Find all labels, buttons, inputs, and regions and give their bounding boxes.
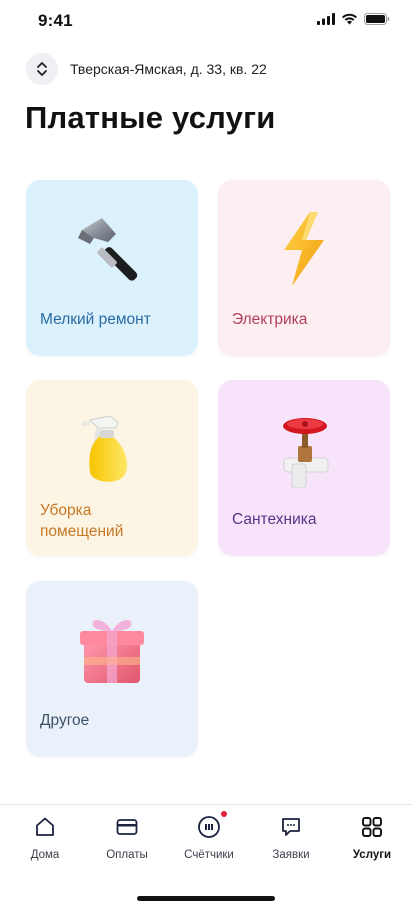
notification-badge [221,811,227,817]
tab-home[interactable]: Дома [4,813,86,861]
service-card-cleaning[interactable]: Уборка помещений [26,380,198,556]
chevron-up-down-icon [37,62,47,76]
tab-label: Заявки [272,849,310,861]
meter-icon [195,811,227,841]
service-label: Другое [40,712,90,729]
tab-meters[interactable]: Счётчики [168,811,250,861]
card-icon [113,813,141,841]
address-switch-button[interactable] [26,53,58,85]
status-icons [317,13,390,25]
tab-label: Дома [30,849,60,861]
service-label: Электрика [232,311,308,328]
service-card-other[interactable]: Другое [26,581,198,757]
address-text: Тверская-Ямская, д. 33, кв. 22 [70,61,267,77]
service-card-electric[interactable]: Электрика [218,180,390,356]
status-bar: 9:41 [0,0,412,44]
valve-icon [283,418,329,488]
chat-icon [277,813,305,841]
page-title: Платные услуги [25,100,276,135]
service-label: Сантехника [232,511,317,528]
service-card-plumbing[interactable]: Сантехника [218,380,390,556]
house-icon [31,813,59,841]
tab-services[interactable]: Услуги [331,813,412,861]
gift-icon [80,620,144,683]
address-selector[interactable]: Тверская-Ямская, д. 33, кв. 22 [26,52,267,86]
wifi-icon [342,13,357,25]
tab-label: Услуги [352,849,392,861]
service-label: Мелкий ремонт [40,311,151,328]
tab-label: Счётчики [184,849,234,861]
signal-icon [317,13,335,25]
grid-icon [358,813,386,841]
lightning-icon [284,212,324,286]
tab-payments[interactable]: Оплаты [86,813,168,861]
service-card-repair[interactable]: Мелкий ремонт [26,180,198,356]
tab-requests[interactable]: Заявки [250,813,332,861]
battery-icon [364,13,390,25]
service-label: Уборка помещений [40,502,124,540]
hammer-icon [78,218,138,281]
tab-label: Оплаты [106,849,148,861]
bottom-tab-bar: Дома Оплаты Счётчики Заявки Услуги [0,804,412,906]
home-indicator[interactable] [137,896,275,901]
spray-bottle-icon [82,415,128,482]
status-time: 9:41 [38,11,73,30]
